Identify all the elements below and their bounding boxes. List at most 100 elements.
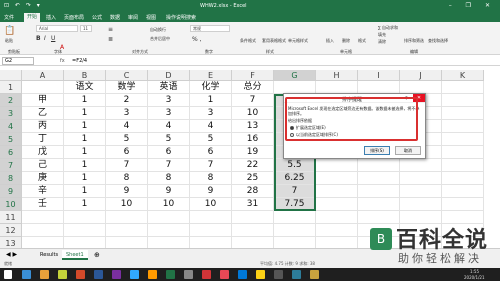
column-header-c[interactable]: C: [106, 70, 148, 81]
cell-b2[interactable]: 1: [64, 94, 106, 107]
row-header[interactable]: 10: [0, 198, 22, 211]
cell-j10[interactable]: [400, 198, 442, 211]
cell-d9[interactable]: 9: [148, 185, 190, 198]
paste-button[interactable]: 粘贴: [5, 38, 13, 44]
cell-h12[interactable]: [316, 224, 358, 237]
app-icon[interactable]: [22, 270, 31, 279]
cell-k5[interactable]: [442, 133, 484, 146]
cell-c2[interactable]: 2: [106, 94, 148, 107]
tab-page-layout[interactable]: 页面布局: [64, 14, 84, 21]
column-header-k[interactable]: K: [442, 70, 484, 81]
cell-k8[interactable]: [442, 172, 484, 185]
tab-insert[interactable]: 插入: [46, 14, 56, 21]
cell-b3[interactable]: 1: [64, 107, 106, 120]
cell-b4[interactable]: 1: [64, 120, 106, 133]
select-all-corner[interactable]: [0, 70, 22, 81]
cell-a10[interactable]: 壬: [22, 198, 64, 211]
font-name-select[interactable]: Arial: [36, 25, 78, 32]
app-icon[interactable]: [112, 270, 121, 279]
cell-a5[interactable]: 丁: [22, 133, 64, 146]
app-icon[interactable]: [184, 270, 193, 279]
row-header[interactable]: 4: [0, 120, 22, 133]
cell-f9[interactable]: 28: [232, 185, 274, 198]
cell-c8[interactable]: 8: [106, 172, 148, 185]
cell-k2[interactable]: [442, 94, 484, 107]
cell-e7[interactable]: 7: [190, 159, 232, 172]
column-header-a[interactable]: A: [22, 70, 64, 81]
cell-c6[interactable]: 6: [106, 146, 148, 159]
sort-filter-button[interactable]: 排序和筛选: [404, 38, 424, 44]
cell-b10[interactable]: 1: [64, 198, 106, 211]
row-header[interactable]: 2: [0, 94, 22, 107]
cell-d8[interactable]: 8: [148, 172, 190, 185]
tab-home[interactable]: 开始: [24, 13, 41, 22]
cell-d4[interactable]: 4: [148, 120, 190, 133]
cell-e3[interactable]: 3: [190, 107, 232, 120]
app-icon[interactable]: [274, 270, 283, 279]
row-header[interactable]: 11: [0, 211, 22, 224]
percent-icon[interactable]: % ,: [192, 36, 202, 43]
clear-button[interactable]: 清除: [378, 39, 386, 45]
cell-h8[interactable]: [316, 172, 358, 185]
cell-d1[interactable]: 英语: [148, 81, 190, 94]
row-header[interactable]: 9: [0, 185, 22, 198]
cell-h9[interactable]: [316, 185, 358, 198]
cell-b7[interactable]: 1: [64, 159, 106, 172]
cell-a3[interactable]: 乙: [22, 107, 64, 120]
row-header[interactable]: 1: [0, 81, 22, 94]
cell-f12[interactable]: [232, 224, 274, 237]
cell-f3[interactable]: 10: [232, 107, 274, 120]
cell-a12[interactable]: [22, 224, 64, 237]
cell-c7[interactable]: 7: [106, 159, 148, 172]
sheet-tab-sheet1[interactable]: Sheet1: [62, 250, 88, 260]
app-icon[interactable]: [130, 270, 139, 279]
cell-c12[interactable]: [106, 224, 148, 237]
cell-j7[interactable]: [400, 159, 442, 172]
start-icon[interactable]: [4, 270, 12, 279]
excel-icon[interactable]: [166, 270, 175, 279]
font-size-select[interactable]: 11: [80, 25, 92, 32]
row-header[interactable]: 3: [0, 107, 22, 120]
row-header[interactable]: 8: [0, 172, 22, 185]
autosum-button[interactable]: ∑ 自动求和: [378, 25, 398, 31]
cell-e4[interactable]: 4: [190, 120, 232, 133]
align-top-icon[interactable]: ≡: [108, 26, 113, 33]
app-icon[interactable]: [148, 270, 157, 279]
cell-e2[interactable]: 1: [190, 94, 232, 107]
chrome-icon[interactable]: [256, 270, 265, 279]
cell-b11[interactable]: [64, 211, 106, 224]
cell-k10[interactable]: [442, 198, 484, 211]
column-header-b[interactable]: B: [64, 70, 106, 81]
cell-d7[interactable]: 7: [148, 159, 190, 172]
cell-b8[interactable]: 1: [64, 172, 106, 185]
app-icon[interactable]: [238, 270, 247, 279]
cell-c1[interactable]: 数学: [106, 81, 148, 94]
find-select-button[interactable]: 查找和选择: [428, 38, 448, 44]
app-icon[interactable]: [58, 270, 67, 279]
cell-f10[interactable]: 31: [232, 198, 274, 211]
cell-b9[interactable]: 1: [64, 185, 106, 198]
underline-button[interactable]: U: [51, 35, 55, 42]
tab-view[interactable]: 视图: [146, 14, 156, 21]
app-icon[interactable]: [94, 270, 103, 279]
cell-c4[interactable]: 4: [106, 120, 148, 133]
cell-c9[interactable]: 9: [106, 185, 148, 198]
cell-a11[interactable]: [22, 211, 64, 224]
quick-access-toolbar[interactable]: ⊡ ↶ ↷ ▾: [4, 2, 42, 9]
cell-i8[interactable]: [358, 172, 400, 185]
cell-h11[interactable]: [316, 211, 358, 224]
cell-a7[interactable]: 己: [22, 159, 64, 172]
row-header[interactable]: 7: [0, 159, 22, 172]
cell-a4[interactable]: 丙: [22, 120, 64, 133]
table-format-button[interactable]: 套用表格格式: [262, 38, 286, 44]
app-icon[interactable]: [76, 270, 85, 279]
cell-f11[interactable]: [232, 211, 274, 224]
column-header-g[interactable]: G: [274, 70, 316, 81]
cell-b5[interactable]: 1: [64, 133, 106, 146]
cell-e10[interactable]: 10: [190, 198, 232, 211]
cell-j9[interactable]: [400, 185, 442, 198]
cell-d10[interactable]: 10: [148, 198, 190, 211]
cell-a8[interactable]: 庚: [22, 172, 64, 185]
cell-d3[interactable]: 3: [148, 107, 190, 120]
cell-d2[interactable]: 3: [148, 94, 190, 107]
